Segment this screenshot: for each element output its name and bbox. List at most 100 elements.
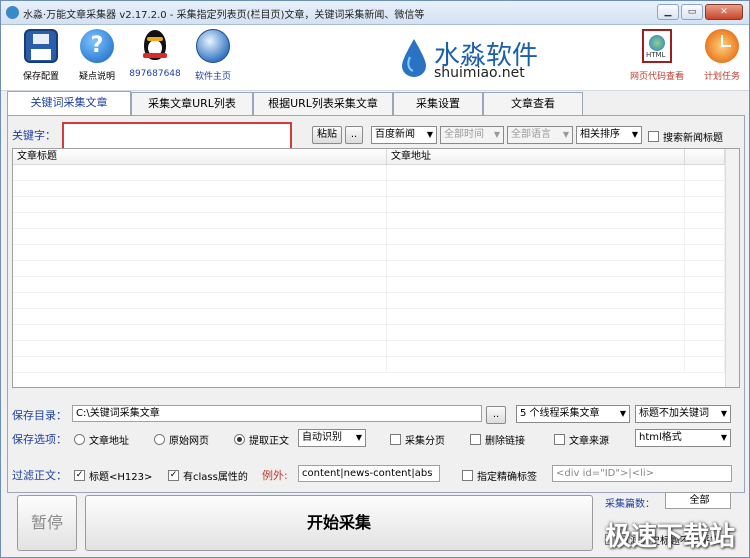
table-row[interactable] — [13, 341, 739, 357]
search-title-checkbox[interactable]: 搜索新闻标题 — [648, 129, 723, 144]
title-keyword-select[interactable]: 标题不加关键词 ▼ — [635, 405, 731, 423]
table-row[interactable] — [13, 277, 739, 293]
cell-url — [387, 197, 685, 212]
cell-extra — [685, 357, 725, 372]
chevron-down-icon: ▼ — [720, 409, 727, 418]
chevron-down-icon: ▼ — [720, 433, 727, 442]
pause-button[interactable]: 暂停 — [17, 495, 77, 551]
help-button[interactable]: ? 疑点说明 — [67, 29, 127, 82]
radio-extract-body[interactable]: 提取正文 — [234, 432, 289, 447]
cell-title — [13, 181, 387, 196]
cell-title — [13, 261, 387, 276]
cell-url — [387, 325, 685, 340]
radio-raw-page[interactable]: 原始网页 — [154, 432, 209, 447]
table-row[interactable] — [13, 357, 739, 373]
paste-button[interactable]: 粘贴 — [312, 126, 342, 144]
tab-view-articles[interactable]: 文章查看 — [483, 92, 583, 115]
cell-url — [387, 165, 685, 180]
exact-tag-checkbox[interactable]: 指定精确标签 — [462, 468, 537, 483]
floppy-icon — [24, 29, 58, 63]
html-badge: HTML — [646, 51, 666, 59]
filter-heading-label: 标题<H123> — [89, 472, 153, 483]
save-dir-input[interactable]: C:\关键词采集文章 — [72, 405, 482, 422]
help-icon: ? — [80, 29, 114, 63]
cell-url — [387, 229, 685, 244]
language-value: 全部语言 — [511, 129, 551, 140]
table-row[interactable] — [13, 245, 739, 261]
article-source-label: 文章来源 — [569, 436, 609, 447]
chevron-down-icon: ▼ — [426, 130, 433, 139]
browse-dir-button[interactable]: .. — [486, 406, 506, 424]
table-row[interactable] — [13, 213, 739, 229]
cell-url — [387, 341, 685, 356]
remove-links-checkbox[interactable]: 删除链接 — [470, 432, 525, 447]
grid-rows — [13, 165, 739, 373]
qq-button[interactable]: 897687648 — [125, 29, 185, 79]
sort-select[interactable]: 相关排序 ▼ — [576, 126, 642, 144]
table-row[interactable] — [13, 165, 739, 181]
engine-select[interactable]: 百度新闻 ▼ — [371, 126, 437, 144]
threads-select[interactable]: 5 个线程采集文章 ▼ — [516, 405, 630, 423]
radio-circle — [74, 434, 85, 445]
view-source-button[interactable]: HTML 网页代码查看 — [627, 29, 687, 82]
checkbox-box — [470, 434, 481, 445]
table-row[interactable] — [13, 181, 739, 197]
filter-class-label: 有class属性的 — [183, 472, 248, 483]
table-row[interactable] — [13, 229, 739, 245]
keyword-input[interactable] — [62, 122, 292, 150]
tab-settings[interactable]: 采集设置 — [393, 92, 483, 115]
checkbox-box — [390, 434, 401, 445]
radio-article-url[interactable]: 文章地址 — [74, 432, 129, 447]
table-row[interactable] — [13, 309, 739, 325]
article-source-checkbox[interactable]: 文章来源 — [554, 432, 609, 447]
logo-en: shuimiao.net — [434, 65, 525, 81]
extract-mode-select[interactable]: 自动识别 ▼ — [298, 429, 366, 447]
radio-raw-page-label: 原始网页 — [169, 436, 209, 447]
keyword-more-button[interactable]: .. — [345, 126, 363, 144]
count-input[interactable]: 全部 — [665, 492, 731, 509]
col-url-header[interactable]: 文章地址 — [387, 149, 685, 164]
homepage-button[interactable]: 软件主页 — [183, 29, 243, 82]
exact-tag-label: 指定精确标签 — [477, 472, 537, 483]
save-config-button[interactable]: 保存配置 — [11, 29, 71, 82]
cell-url — [387, 277, 685, 292]
filter-class-checkbox[interactable]: ✓ 有class属性的 — [168, 468, 248, 483]
tab-url-list[interactable]: 采集文章URL列表 — [131, 92, 253, 115]
time-select: 全部时间 ▼ — [440, 126, 504, 144]
cell-title — [13, 213, 387, 228]
schedule-button[interactable]: 计划任务 — [695, 29, 749, 82]
cell-extra — [685, 229, 725, 244]
cell-title — [13, 197, 387, 212]
grid-scrollbar[interactable] — [725, 149, 739, 387]
table-row[interactable] — [13, 325, 739, 341]
checkbox-checked: ✓ — [74, 470, 85, 481]
filter-heading-checkbox[interactable]: ✓ 标题<H123> — [74, 468, 152, 483]
keyword-label: 关键字： — [12, 129, 56, 142]
format-select[interactable]: html格式 ▼ — [635, 429, 731, 447]
cell-title — [13, 245, 387, 260]
chevron-down-icon: ▼ — [631, 130, 638, 139]
close-button[interactable]: ✕ — [705, 4, 743, 20]
radio-circle — [154, 434, 165, 445]
cell-extra — [685, 261, 725, 276]
exception-input[interactable]: content|news-content|abs — [298, 465, 440, 482]
tab-collect-by-url[interactable]: 根据URL列表采集文章 — [253, 92, 393, 115]
save-options-label: 保存选项： — [12, 433, 67, 446]
exact-tag-input[interactable]: <div id="ID">|<li> — [552, 465, 732, 482]
col-title-header[interactable]: 文章标题 — [13, 149, 387, 164]
col-extra-header — [685, 149, 725, 164]
cell-title — [13, 357, 387, 372]
restore-button[interactable]: ▭ — [681, 4, 703, 20]
table-row[interactable] — [13, 197, 739, 213]
qq-penguin-icon — [138, 29, 172, 63]
tab-keyword-collect[interactable]: 关键词采集文章 — [7, 91, 131, 116]
start-collect-button[interactable]: 开始采集 — [85, 495, 593, 551]
count-label: 采集篇数： — [605, 499, 655, 510]
minimize-button[interactable]: ▁ — [657, 4, 679, 20]
collect-paging-checkbox[interactable]: 采集分页 — [390, 432, 445, 447]
cell-extra — [685, 325, 725, 340]
checkbox-box — [462, 470, 473, 481]
table-row[interactable] — [13, 293, 739, 309]
table-row[interactable] — [13, 261, 739, 277]
cell-title — [13, 277, 387, 292]
